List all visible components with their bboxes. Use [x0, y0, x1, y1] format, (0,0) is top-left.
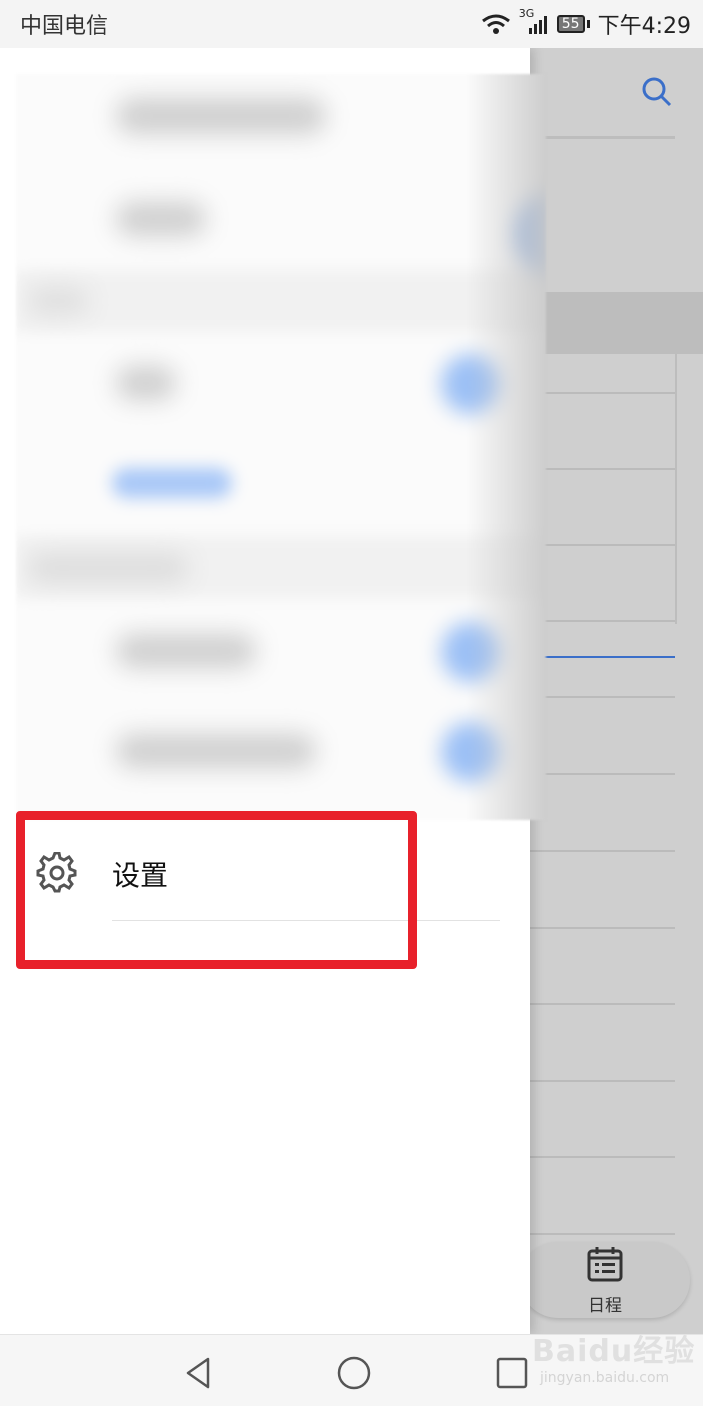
- background-row-divider: [530, 773, 675, 775]
- watermark: Baidu经验 jingyan.baidu.com: [532, 1326, 695, 1386]
- background-row-divider: [530, 927, 675, 929]
- background-section-band: [530, 292, 703, 354]
- background-row-divider: [530, 620, 675, 622]
- home-button[interactable]: [336, 1355, 372, 1391]
- background-row-divider: [530, 1003, 675, 1005]
- tab-schedule-label: 日程: [588, 1295, 622, 1316]
- status-icons: 3G 55 下午4:29: [481, 7, 691, 40]
- background-row-divider: [530, 392, 675, 394]
- network-type: 3G: [518, 7, 535, 20]
- signal-icon: 3G: [519, 7, 549, 35]
- tab-schedule[interactable]: 日程: [565, 1245, 645, 1316]
- clock: 下午4:29: [597, 14, 691, 39]
- recents-button[interactable]: [494, 1355, 530, 1391]
- watermark-url: jingyan.baidu.com: [540, 1370, 670, 1386]
- background-current-time-line: [530, 656, 675, 658]
- background-row-divider: [530, 850, 675, 852]
- background-row-divider: [530, 1080, 675, 1082]
- battery-icon: 55: [556, 15, 590, 33]
- background-row-divider: [530, 544, 675, 546]
- wifi-icon: [481, 13, 511, 35]
- background-scroll-edge: [675, 354, 677, 624]
- background-app: [530, 48, 703, 1334]
- carrier-name: 中国电信: [20, 14, 109, 39]
- background-row-divider: [530, 696, 675, 698]
- highlight-annotation: [16, 811, 417, 969]
- calendar-icon: [586, 1245, 624, 1287]
- blurred-content: [16, 74, 546, 820]
- background-row-divider: [530, 1156, 675, 1158]
- background-header-divider: [530, 136, 675, 139]
- status-bar: 中国电信 3G 55 下午4:29: [0, 0, 703, 48]
- background-row-divider: [530, 1233, 675, 1235]
- search-icon[interactable]: [641, 76, 673, 108]
- back-button[interactable]: [180, 1355, 216, 1391]
- battery-level: 55: [556, 15, 585, 33]
- background-row-divider: [530, 468, 675, 470]
- watermark-logo: Baidu经验: [532, 1334, 696, 1369]
